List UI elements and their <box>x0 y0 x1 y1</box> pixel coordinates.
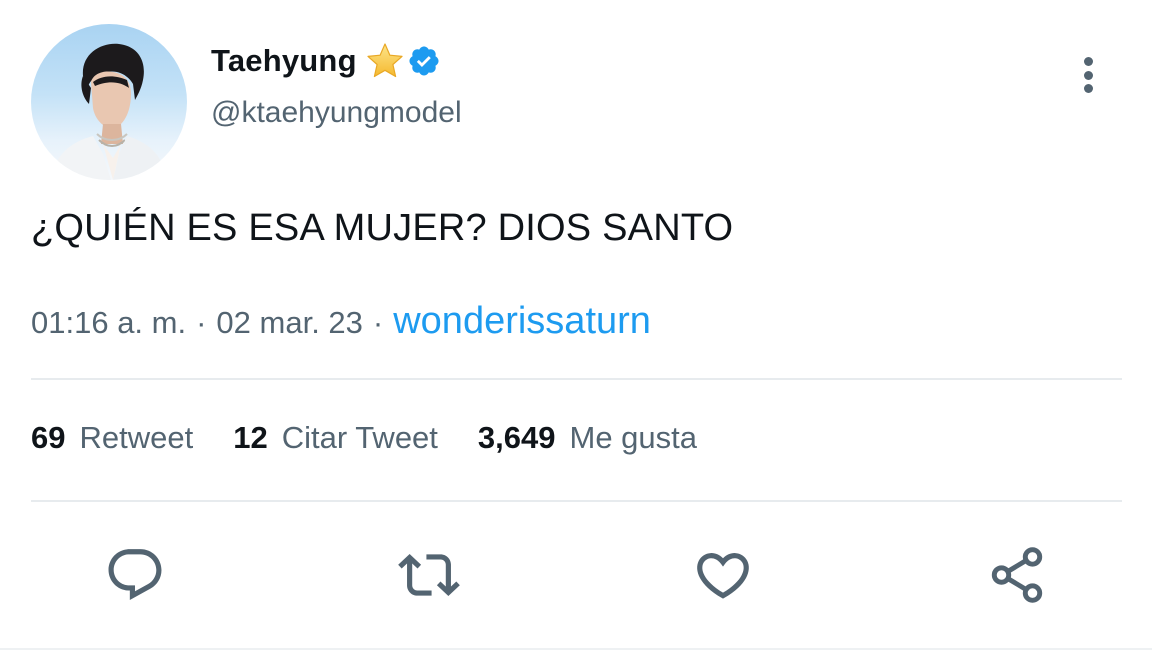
more-options-button[interactable] <box>1066 52 1110 98</box>
likes-count: 3,649 <box>477 420 556 455</box>
share-button[interactable] <box>982 540 1052 610</box>
likes-stat[interactable]: 3,649 Me gusta <box>478 420 697 456</box>
avatar-image <box>51 43 167 180</box>
more-options-dot <box>1083 70 1093 80</box>
quotes-label: Citar Tweet <box>281 420 438 455</box>
divider <box>31 378 1122 380</box>
retweet-icon <box>398 554 460 596</box>
author-name-row[interactable]: Taehyung <box>211 40 441 82</box>
tweet-text: ¿QUIÉN ES ESA MUJER? DIOS SANTO <box>31 207 734 249</box>
verified-icon <box>409 46 439 76</box>
retweets-count: 69 <box>31 420 66 455</box>
likes-label: Me gusta <box>569 420 698 455</box>
like-button[interactable] <box>688 540 758 610</box>
like-icon <box>697 553 749 599</box>
more-options-icon <box>1083 57 1093 66</box>
share-icon <box>991 547 1043 603</box>
divider <box>31 500 1122 502</box>
avatar[interactable] <box>31 24 187 180</box>
tweet-time[interactable]: 01:16 a. m. <box>31 305 186 341</box>
star-icon <box>367 43 403 78</box>
meta-separator: · <box>196 305 207 340</box>
more-options-dot <box>1083 84 1093 93</box>
tweet-card: Taehyung @ktaehyungmodel ¿QUIÉN ES ESA M… <box>0 0 1152 666</box>
retweet-button[interactable] <box>394 540 464 610</box>
reply-button[interactable] <box>100 540 170 610</box>
author-handle[interactable]: @ktaehyungmodel <box>211 96 462 130</box>
reply-icon <box>108 549 162 601</box>
retweets-stat[interactable]: 69 Retweet <box>31 420 193 456</box>
quotes-stat[interactable]: 12 Citar Tweet <box>233 420 438 456</box>
tweet-meta: 01:16 a. m. · 02 mar. 23 · wonderissatur… <box>31 300 651 343</box>
retweets-label: Retweet <box>79 420 194 455</box>
tweet-date[interactable]: 02 mar. 23 <box>216 305 362 341</box>
author-display-name[interactable]: Taehyung <box>211 43 357 79</box>
tweet-source-link[interactable]: wonderissaturn <box>393 300 651 343</box>
quotes-count: 12 <box>233 420 268 455</box>
tweet-stats: 69 Retweet 12 Citar Tweet 3,649 Me gusta <box>31 420 737 456</box>
divider <box>0 648 1152 650</box>
meta-separator: · <box>372 305 384 340</box>
